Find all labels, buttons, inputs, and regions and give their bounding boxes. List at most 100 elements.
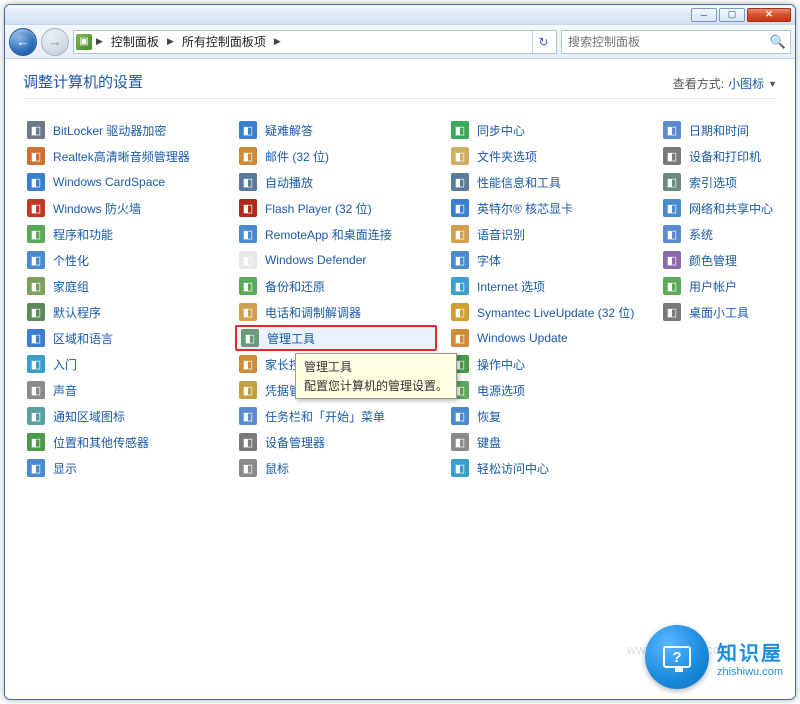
control-panel-item[interactable]: ◧邮件 (32 位) [235, 143, 437, 169]
control-panel-item[interactable]: ◧键盘 [447, 429, 649, 455]
control-panel-item[interactable]: ◧性能信息和工具 [447, 169, 649, 195]
date-icon: ◧ [663, 121, 681, 139]
control-panel-item[interactable]: ◧程序和功能 [23, 221, 225, 247]
font-icon: ◧ [451, 251, 469, 269]
item-label: 用户帐户 [689, 278, 737, 295]
control-panel-item[interactable]: ◧电话和调制解调器 [235, 299, 437, 325]
item-label: 显示 [53, 460, 77, 477]
control-panel-item[interactable]: ◧自动播放 [235, 169, 437, 195]
control-panel-item[interactable]: ◧Windows CardSpace [23, 169, 225, 195]
control-panel-item[interactable]: ◧Symantec LiveUpdate (32 位) [447, 299, 649, 325]
chevron-right-icon[interactable]: ▶ [272, 36, 283, 47]
control-panel-item[interactable]: ◧Flash Player (32 位) [235, 195, 437, 221]
control-panel-item[interactable]: ◧电源选项 [447, 377, 649, 403]
search-icon[interactable]: 🔍 [770, 34, 786, 50]
control-panel-item[interactable]: ◧网络和共享中心 [659, 195, 777, 221]
control-panel-item[interactable]: ◧用户帐户 [659, 273, 777, 299]
control-panel-item[interactable]: ◧字体 [447, 247, 649, 273]
prog-icon: ◧ [27, 225, 45, 243]
control-panel-item[interactable]: ◧ 文件夹选项 [447, 143, 649, 169]
minimize-button[interactable]: ─ [691, 8, 717, 22]
control-panel-item[interactable]: ◧默认程序 [23, 299, 225, 325]
breadcrumb[interactable]: ▣ ▶ 控制面板 ▶ 所有控制面板项 ▶ ↻ [73, 30, 557, 54]
gadget-icon: ◧ [663, 303, 681, 321]
control-panel-item[interactable]: ◧日期和时间 [659, 117, 777, 143]
spk-icon: ◧ [27, 147, 45, 165]
breadcrumb-seg-2[interactable]: 所有控制面板项 [178, 33, 270, 50]
control-panel-item[interactable]: ◧个性化 [23, 247, 225, 273]
watermark-logo-icon: ? [645, 625, 709, 689]
control-panel-item[interactable]: ◧设备管理器 [235, 429, 437, 455]
view-by-label: 查看方式: [673, 75, 724, 92]
control-panel-item[interactable]: ◧颜色管理 [659, 247, 777, 273]
folder-icon: ◧ [451, 147, 469, 165]
item-label: Windows Defender [265, 253, 366, 267]
item-label: Realtek高清晰音频管理器 [53, 148, 190, 165]
item-label: 索引选项 [689, 174, 737, 191]
control-panel-item[interactable]: ◧家庭组 [23, 273, 225, 299]
search-input[interactable] [566, 34, 770, 50]
cred-icon: ◧ [239, 381, 257, 399]
search-box[interactable]: 🔍 [561, 30, 791, 54]
control-panel-item[interactable]: ◧区域和语言 [23, 325, 225, 351]
control-panel-item[interactable]: ◧Windows 防火墙 [23, 195, 225, 221]
close-button[interactable]: ✕ [747, 8, 791, 22]
def2-icon: ◧ [239, 251, 257, 269]
control-panel-item[interactable]: ◧ Windows Defender [235, 247, 437, 273]
tooltip-title: 管理工具 [304, 358, 448, 375]
wall-icon: ◧ [27, 199, 45, 217]
item-label: 英特尔® 核芯显卡 [477, 200, 573, 217]
breadcrumb-seg-1[interactable]: 控制面板 [107, 33, 163, 50]
control-panel-item[interactable]: ◧英特尔® 核芯显卡 [447, 195, 649, 221]
control-panel-item[interactable]: ◧操作中心 [447, 351, 649, 377]
control-panel-item[interactable]: ◧ 桌面小工具 [659, 299, 777, 325]
control-panel-item[interactable]: ◧索引选项 [659, 169, 777, 195]
control-panel-item[interactable]: ◧位置和其他传感器 [23, 429, 225, 455]
flash-icon: ◧ [239, 199, 257, 217]
speech-icon: ◧ [451, 225, 469, 243]
chevron-right-icon[interactable]: ▶ [94, 36, 105, 47]
control-panel-item[interactable]: ◧疑难解答 [235, 117, 437, 143]
loc-icon: ◧ [27, 433, 45, 451]
control-panel-item[interactable]: ◧鼠标 [235, 455, 437, 481]
view-by-control[interactable]: 查看方式: 小图标 ▼ [673, 75, 777, 92]
refresh-button[interactable]: ↻ [532, 31, 554, 53]
item-label: 轻松访问中心 [477, 460, 549, 477]
item-label: 鼠标 [265, 460, 289, 477]
back-button[interactable]: ← [9, 28, 37, 56]
control-panel-item[interactable]: ◧系统 [659, 221, 777, 247]
control-panel-item[interactable]: ◧任务栏和「开始」菜单 [235, 403, 437, 429]
control-panel-item[interactable]: ◧管理工具 [235, 325, 437, 351]
chevron-down-icon[interactable]: ▼ [768, 79, 777, 89]
remote-icon: ◧ [239, 225, 257, 243]
forward-button[interactable]: → [41, 28, 69, 56]
home-icon: ◧ [27, 277, 45, 295]
control-panel-item[interactable]: ◧设备和打印机 [659, 143, 777, 169]
control-panel-item[interactable]: ◧RemoteApp 和桌面连接 [235, 221, 437, 247]
item-label: 通知区域图标 [53, 408, 125, 425]
control-panel-item[interactable]: ◧语音识别 [447, 221, 649, 247]
control-panel-item[interactable]: ◧轻松访问中心 [447, 455, 649, 481]
control-panel-item[interactable]: ◧Windows Update [447, 325, 649, 351]
site-watermark: ? 知识屋 zhishiwu.com [645, 625, 783, 689]
item-label: 任务栏和「开始」菜单 [265, 408, 385, 425]
chevron-right-icon[interactable]: ▶ [165, 36, 176, 47]
control-panel-item[interactable]: ◧声音 [23, 377, 225, 403]
control-panel-item[interactable]: ◧显示 [23, 455, 225, 481]
control-panel-item[interactable]: ◧通知区域图标 [23, 403, 225, 429]
item-label: 电话和调制解调器 [265, 304, 361, 321]
item-label: 桌面小工具 [689, 304, 749, 321]
control-panel-item[interactable]: ◧备份和还原 [235, 273, 437, 299]
maximize-button[interactable]: ▢ [719, 8, 745, 22]
item-label: Internet 选项 [477, 278, 545, 295]
control-panel-item[interactable]: ◧同步中心 [447, 117, 649, 143]
item-label: 文件夹选项 [477, 148, 537, 165]
control-panel-item[interactable]: ◧恢复 [447, 403, 649, 429]
item-label: 操作中心 [477, 356, 525, 373]
control-panel-item[interactable]: ◧Internet 选项 [447, 273, 649, 299]
control-panel-item[interactable]: ◧入门 [23, 351, 225, 377]
item-label: 颜色管理 [689, 252, 737, 269]
control-panel-item[interactable]: ◧ Realtek高清晰音频管理器 [23, 143, 225, 169]
view-by-value[interactable]: 小图标 [728, 75, 764, 92]
control-panel-item[interactable]: ◧BitLocker 驱动器加密 [23, 117, 225, 143]
